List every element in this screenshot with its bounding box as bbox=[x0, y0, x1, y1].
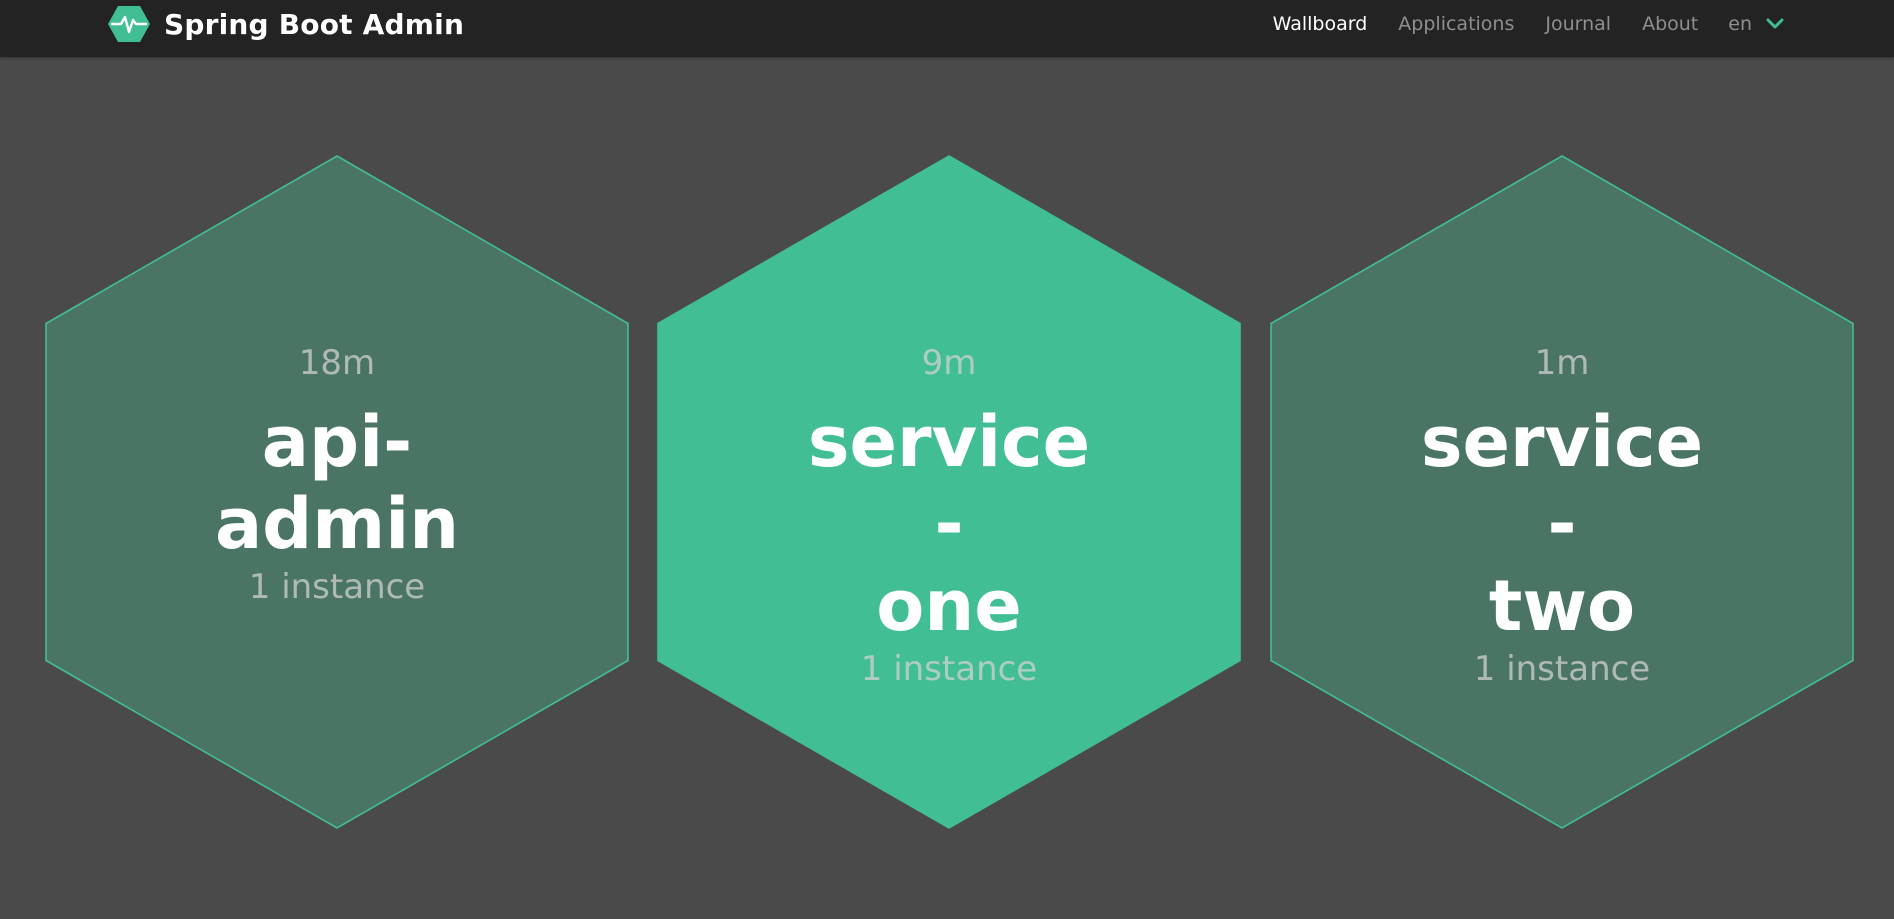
uptime-label: 1m bbox=[1534, 343, 1590, 383]
nav-wallboard[interactable]: Wallboard bbox=[1273, 13, 1368, 35]
main-nav: Wallboard Applications Journal About en bbox=[1242, 0, 1784, 48]
brand-link[interactable]: Spring Boot Admin bbox=[108, 0, 464, 48]
wallboard: 18m api- admin 1 instance 9m service- on… bbox=[0, 57, 1894, 919]
application-tile-service-one[interactable]: 9m service- one 1 instance bbox=[657, 155, 1241, 829]
application-name-line1: service- bbox=[1420, 401, 1704, 565]
application-name-line1: service- bbox=[807, 401, 1091, 565]
uptime-label: 9m bbox=[921, 343, 977, 383]
application-name-line2: two bbox=[1488, 565, 1636, 647]
uptime-label: 18m bbox=[298, 343, 376, 383]
heartbeat-hexagon-icon bbox=[108, 4, 150, 44]
navbar: Spring Boot Admin Wallboard Applications… bbox=[0, 0, 1894, 57]
application-tile-service-two[interactable]: 1m service- two 1 instance bbox=[1270, 155, 1854, 829]
app-title: Spring Boot Admin bbox=[164, 7, 465, 41]
application-name-line2: admin bbox=[214, 483, 460, 565]
instance-count: 1 instance bbox=[248, 567, 426, 607]
nav-journal[interactable]: Journal bbox=[1545, 13, 1611, 35]
application-name-line1: api- bbox=[261, 401, 413, 483]
nav-about[interactable]: About bbox=[1642, 13, 1698, 35]
language-label: en bbox=[1728, 13, 1752, 35]
application-name: service- one bbox=[799, 401, 1099, 647]
instance-count: 1 instance bbox=[1473, 649, 1651, 689]
application-name-line2: one bbox=[876, 565, 1022, 647]
application-name: service- two bbox=[1412, 401, 1712, 647]
application-name: api- admin bbox=[187, 401, 487, 565]
language-selector[interactable]: en bbox=[1728, 13, 1784, 35]
application-tile-api-admin[interactable]: 18m api- admin 1 instance bbox=[45, 155, 629, 829]
chevron-down-icon bbox=[1766, 18, 1784, 29]
nav-applications[interactable]: Applications bbox=[1398, 13, 1514, 35]
instance-count: 1 instance bbox=[860, 649, 1038, 689]
